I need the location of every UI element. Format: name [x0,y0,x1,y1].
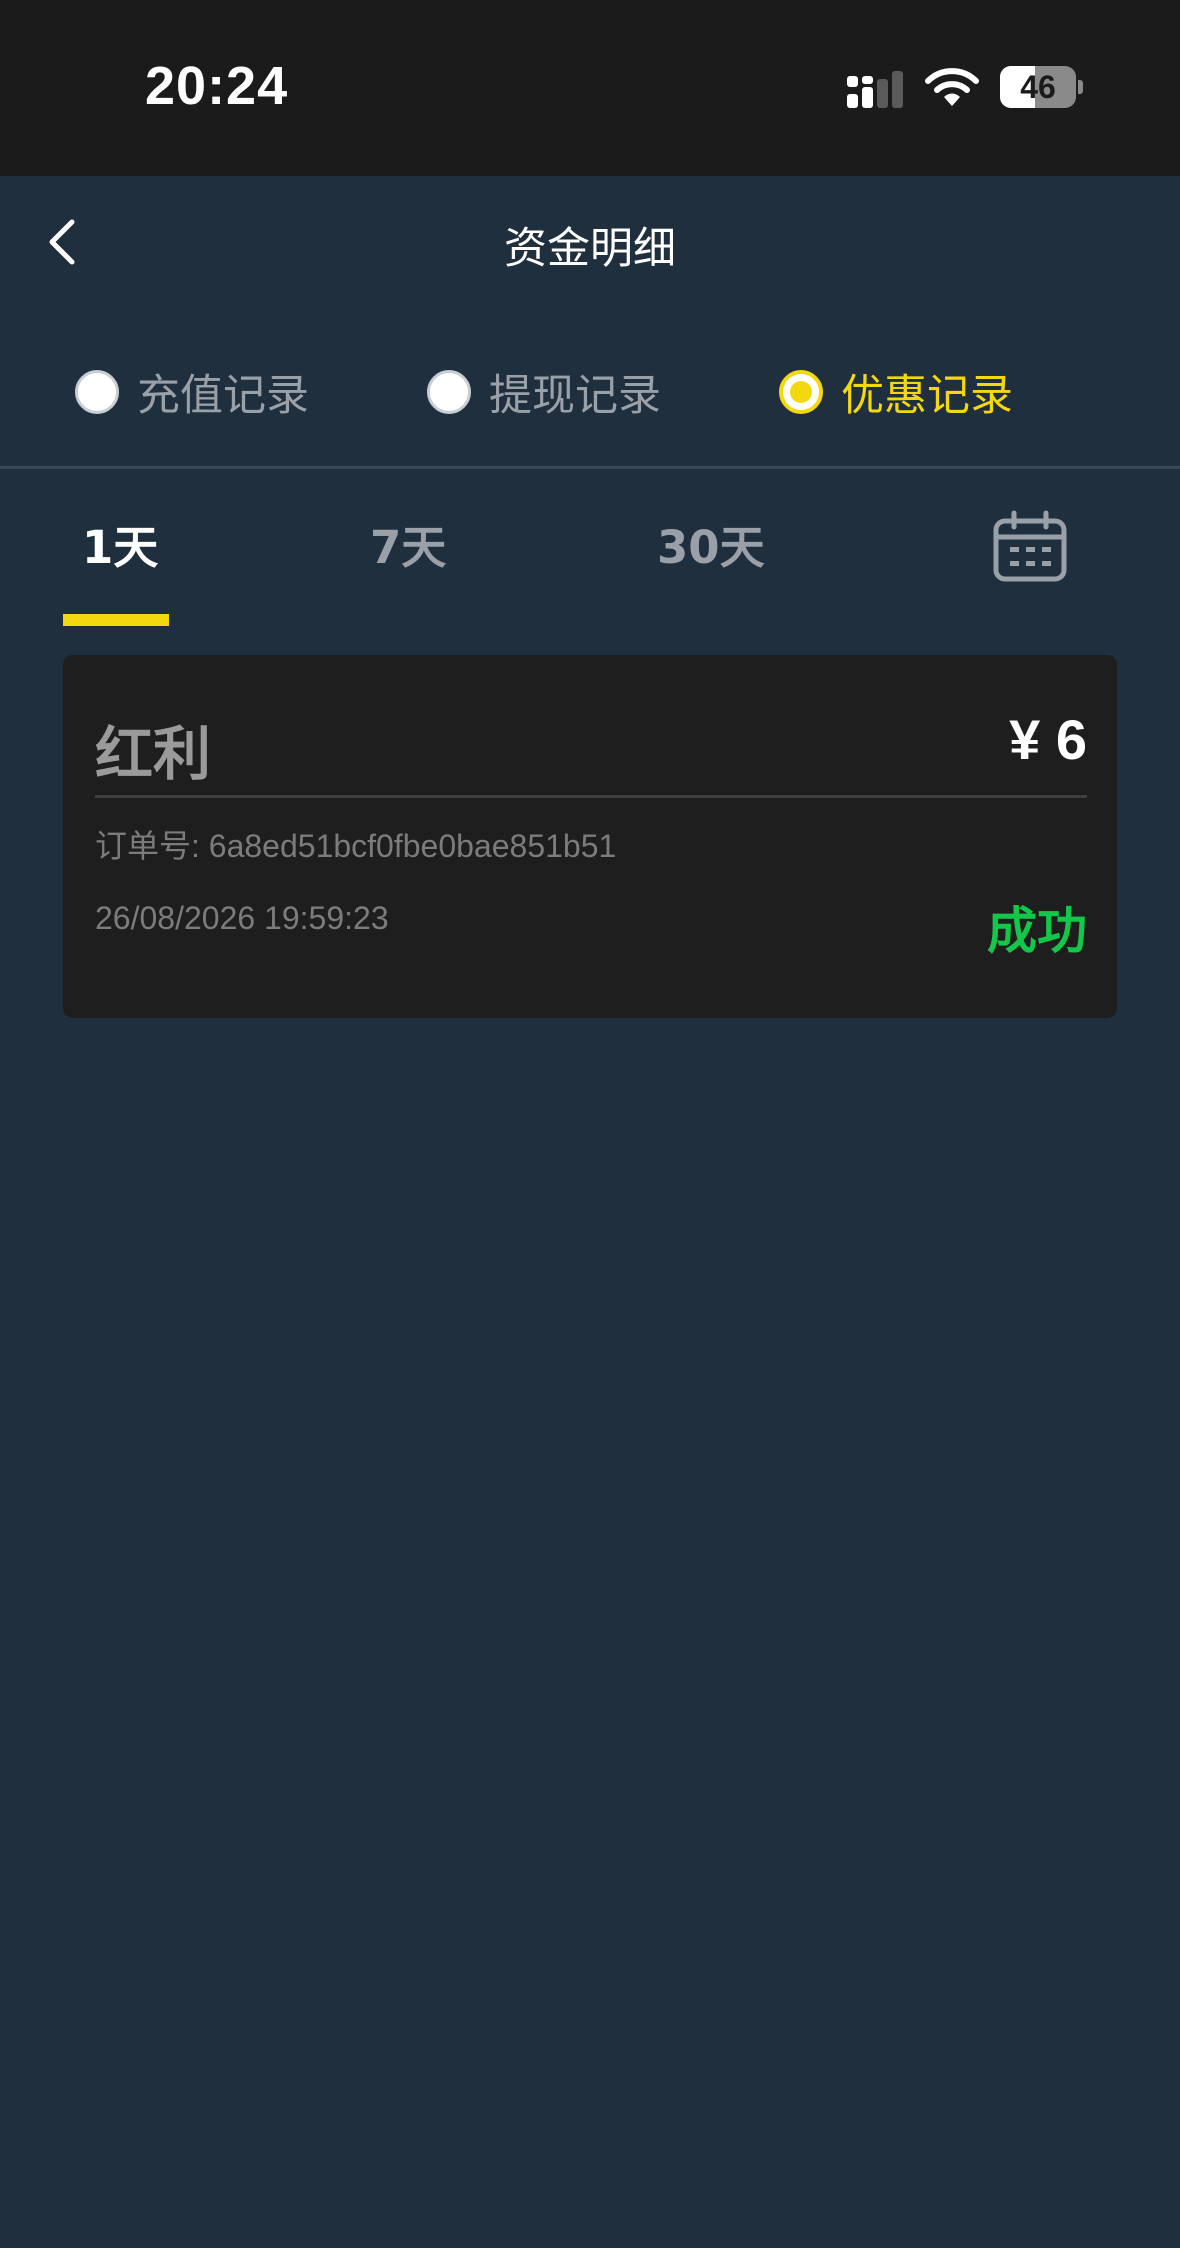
radio-label: 充值记录 [137,371,309,421]
record-type-selector: 充值记录 提现记录 优惠记录 [0,306,1180,469]
status-badge: 成功 [987,902,1087,960]
radio-label: 优惠记录 [841,371,1013,421]
status-time: 20:24 [145,56,289,116]
tab-7-days[interactable]: 7天 [370,511,446,576]
radio-button-selected[interactable] [779,370,823,414]
battery-tip [1078,80,1083,94]
radio-recharge-records[interactable]: 充值记录 [75,362,309,422]
tab-30-days[interactable]: 30天 [657,511,765,576]
status-bar: 20:24 46 [0,0,1180,176]
tab-1-day[interactable]: 1天 [82,511,158,576]
record-timestamp: 26/08/2026 19:59:23 [95,900,389,936]
divider [95,795,1087,798]
active-tab-indicator [63,614,169,626]
order-number: 订单号: 6a8ed51bcf0fbe0bae851b51 [95,828,617,864]
radio-promotion-records[interactable]: 优惠记录 [779,362,1013,422]
battery-icon: 46 [1000,66,1076,108]
date-range-tabs: 1天 7天 30天 [0,469,1180,627]
battery-level: 46 [1020,69,1056,105]
page-title: 资金明细 [504,224,676,274]
radio-label: 提现记录 [489,371,661,421]
calendar-button[interactable] [990,509,1070,585]
record-amount: ¥ 6 [1009,708,1087,771]
radio-withdrawal-records[interactable]: 提现记录 [427,362,661,422]
radio-button[interactable] [75,370,119,414]
nav-header: 资金明细 [0,176,1180,306]
record-type: 红利 [95,720,212,788]
signal-icon [847,71,903,108]
record-card[interactable]: 红利 ¥ 6 订单号: 6a8ed51bcf0fbe0bae851b51 26/… [63,655,1117,1018]
wifi-icon [925,68,979,106]
radio-button[interactable] [427,370,471,414]
calendar-icon [993,510,1067,582]
